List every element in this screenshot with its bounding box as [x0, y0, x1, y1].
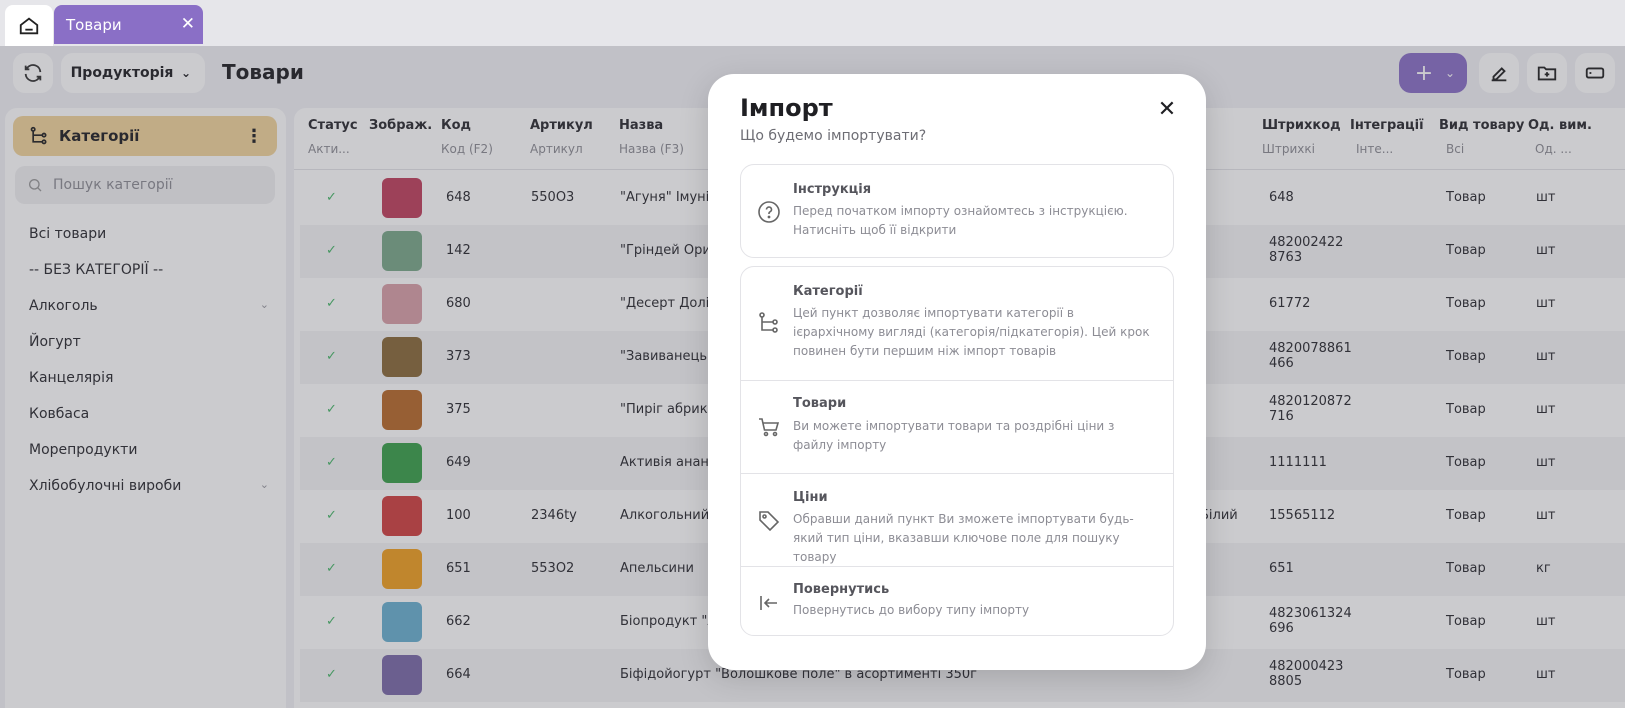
help-circle-icon	[758, 201, 780, 223]
option-description: Перед початком імпорту ознайомтесь з інс…	[793, 204, 1128, 237]
browser-tab-strip	[0, 0, 1625, 46]
home-tab[interactable]	[5, 5, 53, 46]
price-tag-icon	[759, 511, 780, 532]
option-title: Повернутись	[793, 582, 890, 597]
option-description: Повернутись до вибору типу імпорту	[793, 603, 1030, 617]
option-title: Інструкція	[793, 182, 872, 197]
option-back[interactable]: Повернутись Повернутись до вибору типу і…	[741, 566, 1173, 636]
import-modal: Імпорт Що будемо імпортувати? ✕ Інструкц…	[708, 74, 1206, 670]
cart-icon	[759, 418, 780, 437]
option-description: Цей пункт дозволяє імпортувати категорії…	[793, 306, 1150, 358]
modal-title: Імпорт	[740, 94, 833, 122]
modal-subtitle: Що будемо імпортувати?	[740, 128, 927, 144]
option-title: Товари	[793, 396, 847, 411]
option-products[interactable]: Товари Ви можете імпортувати товари та р…	[741, 380, 1173, 473]
option-prices[interactable]: Ціни Обравши даний пункт Ви зможете імпо…	[741, 473, 1173, 566]
option-description: Ви можете імпортувати товари та роздрібн…	[793, 419, 1115, 452]
category-tree-icon	[759, 312, 778, 333]
tab-goods-label: Товари	[66, 15, 122, 34]
home-icon	[19, 17, 39, 34]
tab-goods[interactable]: Товари ✕	[54, 5, 203, 44]
option-instruction[interactable]: Інструкція Перед початком імпорту ознайо…	[740, 164, 1174, 258]
close-icon[interactable]: ✕	[1154, 96, 1180, 122]
close-tab-icon[interactable]: ✕	[181, 14, 195, 34]
arrow-back-icon	[760, 596, 777, 610]
option-title: Ціни	[793, 490, 828, 505]
option-categories[interactable]: Категорії Цей пункт дозволяє імпортувати…	[741, 267, 1173, 380]
import-options-card: Категорії Цей пункт дозволяє імпортувати…	[740, 266, 1174, 636]
option-description: Обравши даний пункт Ви зможете імпортува…	[793, 512, 1134, 564]
option-title: Категорії	[793, 284, 863, 299]
